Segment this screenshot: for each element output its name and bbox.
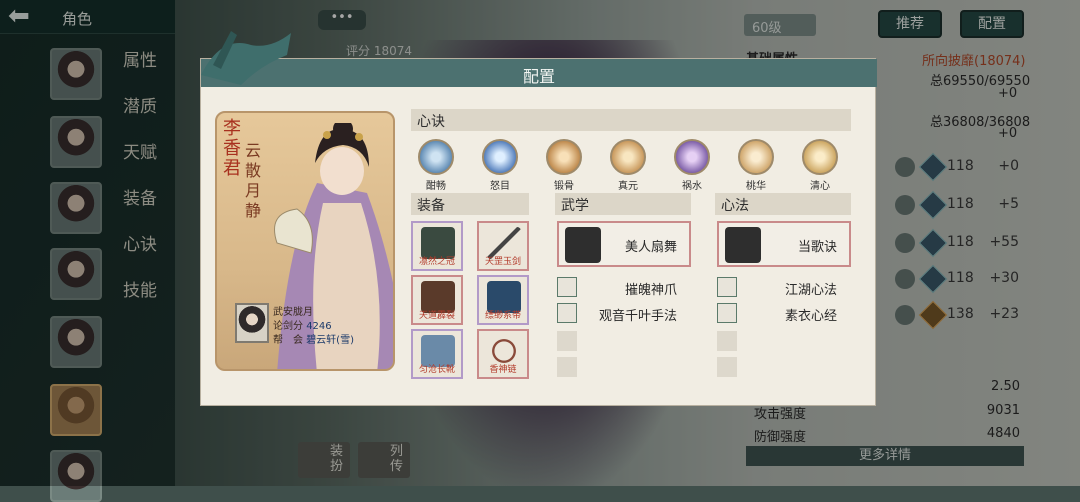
equip-label: 香神链	[489, 365, 517, 375]
wuxue-sub-skill[interactable]: 摧魄神爪	[557, 277, 691, 299]
equip-item[interactable]: 缥缈系带	[477, 275, 529, 325]
equip-label: 缥缈系带	[484, 311, 521, 321]
xinfa-sub-skill[interactable]: 素衣心经	[717, 303, 851, 325]
xinjue-orb-icon	[738, 139, 774, 175]
skill-icon	[717, 303, 737, 323]
empty-slot[interactable]	[557, 331, 577, 351]
modal-title: 配置	[522, 67, 555, 86]
equip-item[interactable]: 香神链	[477, 329, 529, 379]
skill-portrait-icon	[725, 227, 761, 263]
xinfa-sub-label: 江湖心法	[784, 283, 837, 298]
config-modal: 配置 李香君 云散月静 武安胧月 论剑分 4246 帮 会 碧云轩(雪) 心诀 …	[200, 31, 877, 406]
xinfa-main-label: 当歌诀	[797, 240, 837, 255]
character-name: 李香君	[223, 118, 241, 179]
empty-slot[interactable]	[717, 331, 737, 351]
player-avatar	[235, 303, 269, 343]
xinjue-label: 酣畅	[426, 181, 446, 192]
xinjue-label: 真元	[618, 181, 638, 192]
equip-item[interactable]: 天罡玉剑	[477, 221, 529, 271]
xinjue-skill[interactable]: 怒目	[481, 139, 519, 192]
player-info: 武安胧月 论剑分 4246 帮 会 碧云轩(雪)	[235, 303, 393, 353]
xinfa-main-skill[interactable]: 当歌诀	[717, 221, 851, 267]
xinjue-skill[interactable]: 清心	[801, 139, 839, 192]
xinjue-orb-icon	[418, 139, 454, 175]
equip-label: 凛然之冠	[418, 257, 455, 267]
skill-portrait-icon	[565, 227, 601, 263]
xinjue-skill[interactable]: 锻骨	[545, 139, 583, 192]
xinjue-orb-icon	[610, 139, 646, 175]
xinjue-orb-icon	[546, 139, 582, 175]
equip-label: 天罡玉剑	[484, 257, 521, 267]
wuxue-sub-label: 观音千叶手法	[598, 309, 677, 324]
wuxue-header: 武学	[555, 193, 691, 215]
xinfa-sub-skill[interactable]: 江湖心法	[717, 277, 851, 299]
xinjue-orb-icon	[482, 139, 518, 175]
equip-item[interactable]: 匀沧长靴	[411, 329, 463, 379]
xinjue-orb-icon	[674, 139, 710, 175]
equip-item[interactable]: 凛然之冠	[411, 221, 463, 271]
skill-icon	[717, 277, 737, 297]
xinjue-skill[interactable]: 酣畅	[417, 139, 455, 192]
xinjue-orb-icon	[802, 139, 838, 175]
xinjue-skill[interactable]: 真元	[609, 139, 647, 192]
xinjue-header: 心诀	[411, 109, 851, 131]
equip-label: 天道霹裂	[418, 311, 455, 321]
equip-label: 匀沧长靴	[418, 365, 455, 375]
empty-slot[interactable]	[557, 357, 577, 377]
skill-icon	[557, 277, 577, 297]
xinfa-sub-label: 素衣心经	[784, 309, 837, 324]
empty-slot[interactable]	[717, 357, 737, 377]
xinjue-label: 祸水	[682, 181, 702, 192]
equip-item[interactable]: 天道霹裂	[411, 275, 463, 325]
equip-header: 装备	[411, 193, 529, 215]
xinjue-skill[interactable]: 桃华	[737, 139, 775, 192]
xinfa-header: 心法	[715, 193, 851, 215]
skill-icon	[557, 303, 577, 323]
wuxue-sub-skill[interactable]: 观音千叶手法	[557, 303, 691, 325]
wuxue-main-skill[interactable]: 美人扇舞	[557, 221, 691, 267]
sword-score-row: 论剑分 4246	[273, 321, 332, 332]
wuxue-main-label: 美人扇舞	[624, 240, 677, 255]
wuxue-sub-label: 摧魄神爪	[624, 283, 677, 298]
character-card: 李香君 云散月静 武安胧月 论剑分 4246 帮 会 碧云轩(雪)	[215, 111, 395, 371]
xinjue-skill[interactable]: 祸水	[673, 139, 711, 192]
xinjue-label: 怒目	[490, 181, 510, 192]
player-name: 武安胧月	[273, 307, 313, 318]
xinjue-label: 桃华	[746, 181, 766, 192]
guild-row: 帮 会 碧云轩(雪)	[273, 335, 354, 346]
crane-decoration-icon	[201, 31, 291, 85]
xinjue-label: 锻骨	[554, 181, 574, 192]
xinjue-label: 清心	[810, 181, 830, 192]
